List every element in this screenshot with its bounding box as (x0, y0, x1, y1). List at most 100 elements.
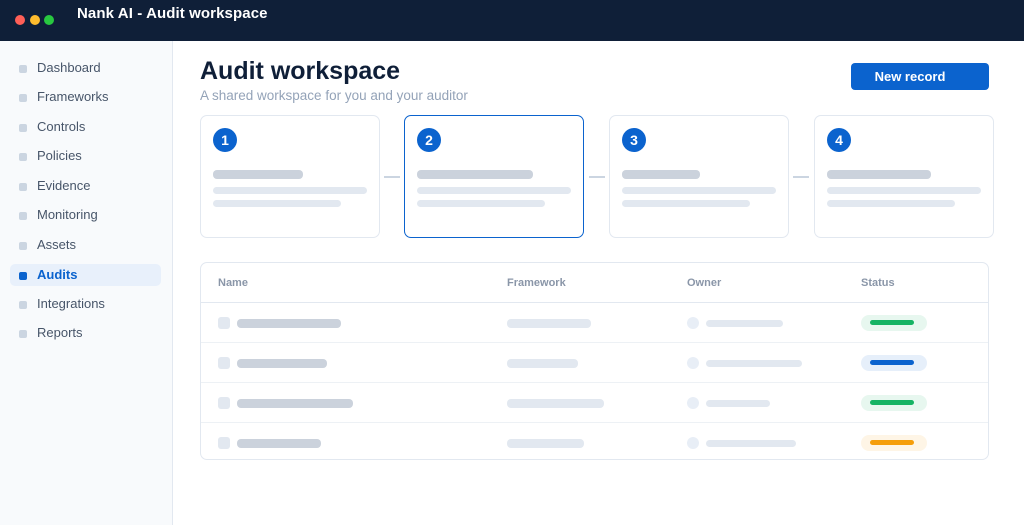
owner-placeholder (706, 320, 783, 327)
step-text-placeholder (622, 187, 776, 194)
column-header-framework[interactable]: Framework (507, 277, 566, 289)
sidebar-item-controls[interactable]: Controls (10, 116, 161, 138)
step-title-placeholder (417, 170, 533, 179)
sidebar-item-policies[interactable]: Policies (10, 145, 161, 167)
sidebar-item-reports[interactable]: Reports (10, 322, 161, 344)
sidebar-item-label: Reports (37, 325, 83, 340)
nav-bullet-icon (19, 183, 27, 191)
name-placeholder (237, 439, 321, 448)
step-title-placeholder (213, 170, 303, 179)
new-record-button-label: New record (874, 69, 946, 84)
owner-placeholder (706, 440, 796, 447)
sidebar-item-label: Monitoring (37, 207, 98, 222)
table-row[interactable] (201, 383, 988, 423)
step-text-placeholder (827, 200, 955, 207)
status-indicator (870, 400, 914, 405)
table-row[interactable] (201, 303, 988, 343)
nav-bullet-icon (19, 124, 27, 132)
sidebar-item-label: Dashboard (37, 60, 101, 75)
minimize-window-icon[interactable] (30, 15, 40, 25)
step-number-badge: 1 (213, 128, 237, 152)
status-badge (861, 435, 927, 451)
row-checkbox[interactable] (218, 357, 230, 369)
row-checkbox[interactable] (218, 317, 230, 329)
table-row[interactable] (201, 343, 988, 383)
sidebar-item-assets[interactable]: Assets (10, 234, 161, 256)
maximize-window-icon[interactable] (44, 15, 54, 25)
sidebar-item-integrations[interactable]: Integrations (10, 293, 161, 315)
name-placeholder (237, 399, 353, 408)
nav-bullet-icon (19, 65, 27, 73)
status-indicator (870, 320, 914, 325)
step-text-placeholder (417, 187, 571, 194)
page-title: Audit workspace (200, 57, 401, 85)
column-header-owner[interactable]: Owner (687, 277, 721, 289)
framework-placeholder (507, 439, 584, 448)
row-checkbox[interactable] (218, 397, 230, 409)
nav-bullet-icon (19, 212, 27, 220)
title-bar: Nank AI - Audit workspace (0, 0, 1024, 41)
sidebar-item-label: Controls (37, 119, 86, 134)
step-text-placeholder (213, 187, 367, 194)
sidebar-item-audits[interactable]: Audits (10, 264, 161, 286)
nav-bullet-icon (19, 272, 27, 280)
step-card-1[interactable]: 1 (200, 115, 380, 238)
status-badge (861, 395, 927, 411)
step-text-placeholder (213, 200, 341, 207)
sidebar: Dashboard Frameworks Controls Policies E… (0, 41, 173, 525)
step-text-placeholder (622, 200, 750, 207)
nav-bullet-icon (19, 301, 27, 309)
sidebar-item-label: Frameworks (37, 89, 109, 104)
sidebar-item-evidence[interactable]: Evidence (10, 175, 161, 197)
step-title-placeholder (827, 170, 931, 179)
name-placeholder (237, 319, 341, 328)
nav-bullet-icon (19, 330, 27, 338)
sidebar-item-label: Audits (37, 267, 78, 282)
status-indicator (870, 440, 914, 445)
sidebar-item-label: Evidence (37, 178, 91, 193)
owner-avatar (687, 397, 699, 409)
table-row[interactable] (201, 423, 988, 459)
status-badge (861, 315, 927, 331)
records-table: Name Framework Owner Status (200, 262, 989, 460)
status-badge (861, 355, 927, 371)
nav-bullet-icon (19, 242, 27, 250)
framework-placeholder (507, 319, 591, 328)
name-placeholder (237, 359, 327, 368)
sidebar-item-dashboard[interactable]: Dashboard (10, 57, 161, 79)
window-title: Nank AI - Audit workspace (77, 5, 268, 22)
close-window-icon[interactable] (15, 15, 25, 25)
nav-bullet-icon (19, 153, 27, 161)
sidebar-item-label: Integrations (37, 296, 105, 311)
page-subtitle: A shared workspace for you and your audi… (200, 88, 468, 103)
owner-placeholder (706, 400, 770, 407)
framework-placeholder (507, 399, 604, 408)
step-connector (589, 176, 605, 178)
step-connector (384, 176, 400, 178)
framework-placeholder (507, 359, 578, 368)
owner-avatar (687, 317, 699, 329)
step-text-placeholder (827, 187, 981, 194)
sidebar-item-monitoring[interactable]: Monitoring (10, 204, 161, 226)
nav-bullet-icon (19, 94, 27, 102)
sidebar-item-label: Assets (37, 237, 77, 252)
sidebar-item-label: Policies (37, 148, 82, 163)
step-number-badge: 4 (827, 128, 851, 152)
table-header: Name Framework Owner Status (201, 263, 988, 303)
step-connector (793, 176, 809, 178)
step-text-placeholder (417, 200, 545, 207)
step-number-badge: 3 (622, 128, 646, 152)
owner-avatar (687, 357, 699, 369)
column-header-name[interactable]: Name (218, 277, 248, 289)
owner-avatar (687, 437, 699, 449)
column-header-status[interactable]: Status (861, 277, 895, 289)
step-number-badge: 2 (417, 128, 441, 152)
new-record-button[interactable]: New record (851, 63, 989, 90)
step-card-4[interactable]: 4 (814, 115, 994, 238)
row-checkbox[interactable] (218, 437, 230, 449)
step-title-placeholder (622, 170, 700, 179)
step-card-2[interactable]: 2 (404, 115, 584, 238)
step-card-3[interactable]: 3 (609, 115, 789, 238)
owner-placeholder (706, 360, 802, 367)
sidebar-item-frameworks[interactable]: Frameworks (10, 86, 161, 108)
